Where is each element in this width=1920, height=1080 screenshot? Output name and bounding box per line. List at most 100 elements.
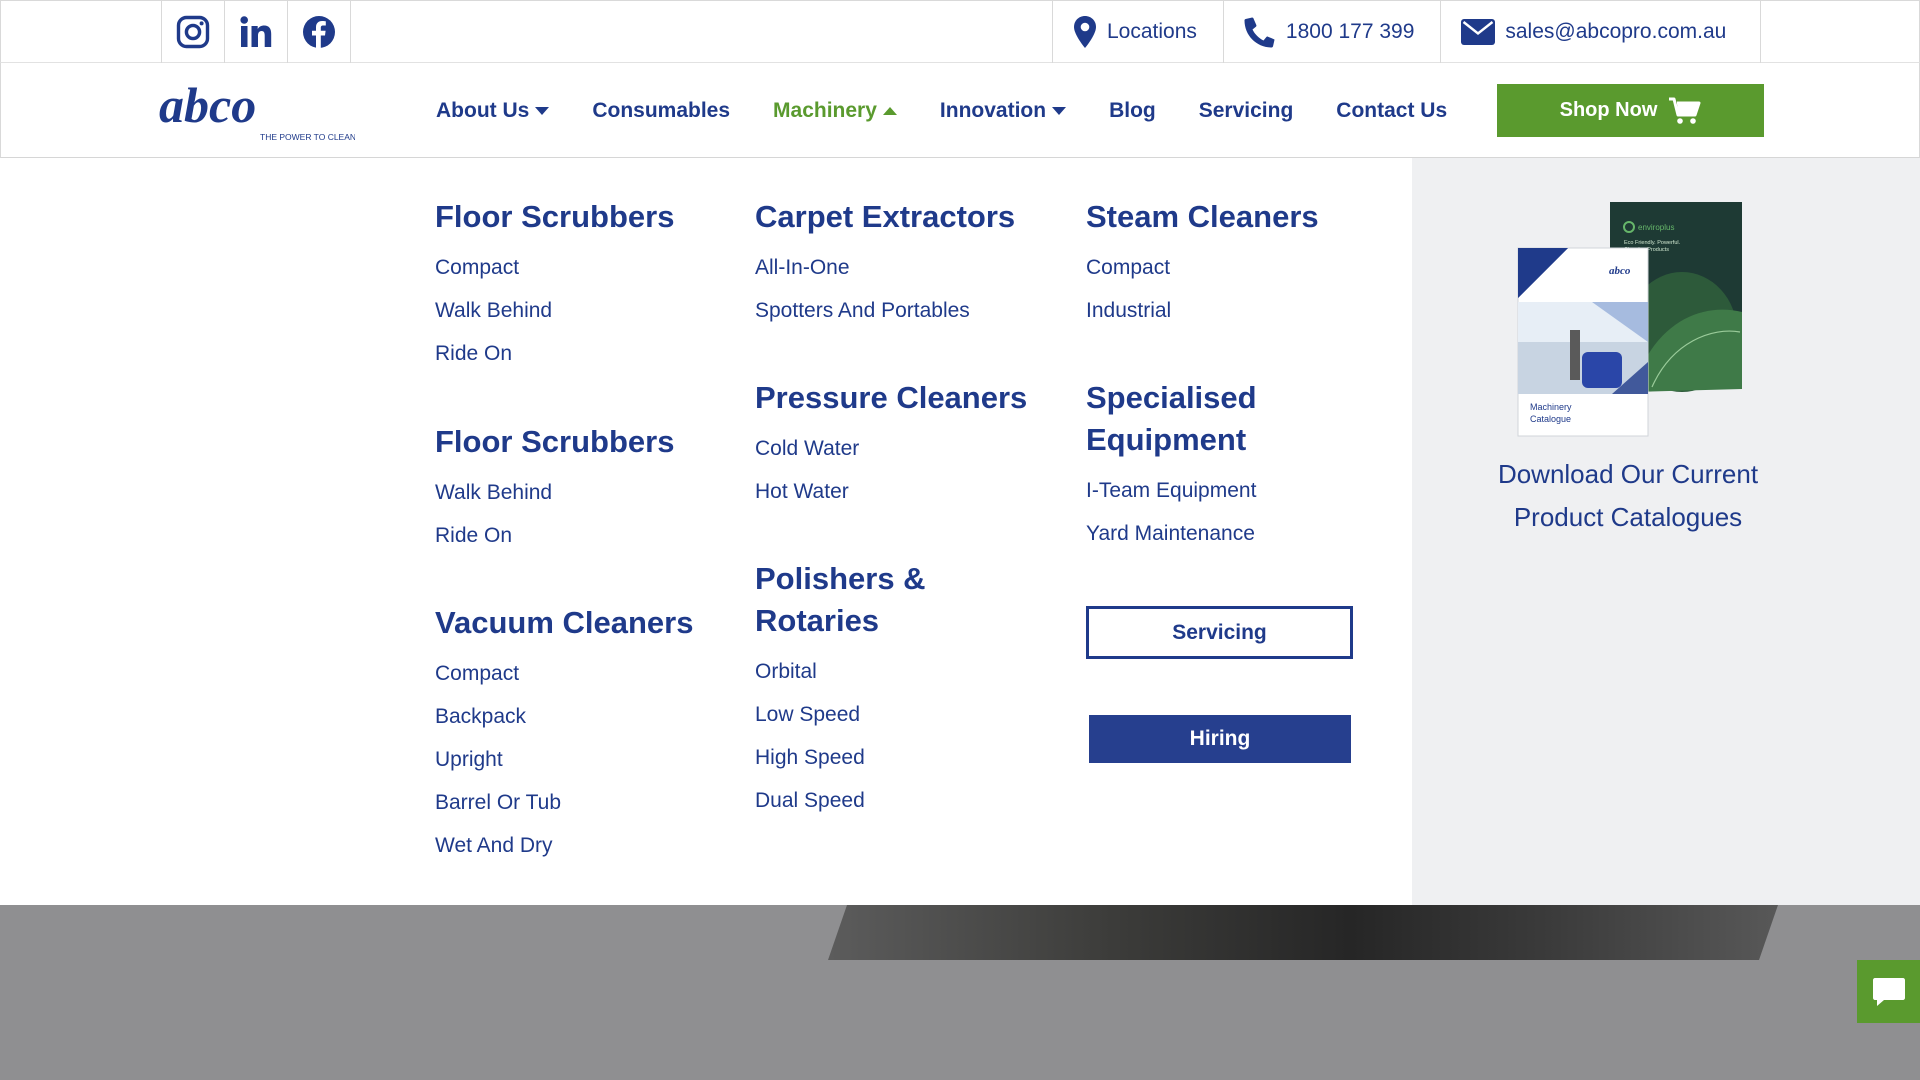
hiring-button[interactable]: Hiring — [1089, 715, 1351, 763]
logo-tagline: THE POWER TO CLEAN — [260, 132, 355, 142]
menu-link[interactable]: Barrel Or Tub — [435, 781, 693, 824]
nav-machinery[interactable]: Machinery — [773, 99, 897, 123]
menu-link[interactable]: Walk Behind — [435, 289, 674, 332]
facebook-link[interactable] — [288, 1, 351, 63]
hero-image-strip — [828, 905, 1778, 960]
menu-link[interactable]: Industrial — [1086, 289, 1319, 332]
menu-link[interactable]: Hot Water — [755, 470, 1027, 513]
catalogue-text-line: Product Catalogues — [1513, 502, 1743, 532]
nav-label: Machinery — [773, 98, 877, 122]
envelope-icon — [1461, 19, 1496, 45]
front-cover-text: Machinery — [1530, 402, 1572, 412]
nav-blog[interactable]: Blog — [1109, 99, 1156, 123]
catalogue-text-line: Download Our Current — [1497, 459, 1759, 489]
menu-link[interactable]: Dual Speed — [755, 779, 926, 822]
menu-column-3b: Specialised Equipment I-Team Equipment Y… — [1086, 377, 1257, 555]
menu-link[interactable]: Orbital — [755, 650, 926, 693]
menu-link[interactable]: Low Speed — [755, 693, 926, 736]
email-address: sales@abcopro.com.au — [1505, 20, 1727, 43]
locations-link[interactable]: Locations — [1052, 1, 1223, 63]
menu-heading-steam-cleaners[interactable]: Steam Cleaners — [1086, 196, 1319, 238]
menu-link[interactable]: All-In-One — [755, 246, 1015, 289]
menu-link[interactable]: Compact — [435, 246, 674, 289]
menu-link[interactable]: Wet And Dry — [435, 824, 693, 867]
menu-column-1b: Floor Scrubbers Walk Behind Ride On — [435, 421, 674, 557]
abco-logo[interactable]: abco THE POWER TO CLEAN — [159, 77, 356, 143]
machinery-mega-menu: Floor Scrubbers Compact Walk Behind Ride… — [0, 158, 1920, 905]
abco-logo-image: abco THE POWER TO CLEAN — [159, 77, 356, 142]
shopping-cart-icon — [1669, 97, 1701, 124]
heading-line: Rotaries — [755, 603, 880, 638]
map-pin-icon — [1074, 16, 1096, 48]
back-cover-brand: enviroplus — [1638, 223, 1674, 232]
shop-now-button[interactable]: Shop Now — [1497, 84, 1764, 137]
nav-contact-us[interactable]: Contact Us — [1336, 99, 1447, 123]
contact-bar: Locations 1800 177 399 sales@abcopro.com… — [1052, 1, 1762, 64]
menu-link[interactable]: Ride On — [435, 514, 674, 557]
nav-label: Consumables — [592, 98, 731, 122]
email-link[interactable]: sales@abcopro.com.au — [1440, 1, 1762, 63]
menu-link[interactable]: Walk Behind — [435, 471, 674, 514]
menu-heading-pressure-cleaners[interactable]: Pressure Cleaners — [755, 377, 1027, 419]
menu-heading-floor-scrubbers-2[interactable]: Floor Scrubbers — [435, 421, 674, 463]
main-navbar: abco THE POWER TO CLEAN About Us Consuma… — [0, 63, 1920, 158]
hiring-button-label: Hiring — [1189, 727, 1251, 750]
chat-bubble-icon — [1872, 977, 1905, 1006]
caret-down-icon — [535, 106, 550, 115]
menu-link[interactable]: Yard Maintenance — [1086, 512, 1257, 555]
chat-button[interactable] — [1857, 960, 1920, 1023]
menu-column-2: Carpet Extractors All-In-One Spotters An… — [755, 196, 1015, 332]
locations-label: Locations — [1107, 20, 1197, 43]
menu-link[interactable]: High Speed — [755, 736, 926, 779]
caret-down-icon — [1052, 106, 1067, 115]
caret-up-icon — [882, 106, 897, 115]
top-bar: Locations 1800 177 399 sales@abcopro.com… — [0, 0, 1920, 64]
menu-link[interactable]: Compact — [435, 652, 693, 695]
heading-line: Specialised — [1086, 380, 1257, 415]
menu-column-3: Steam Cleaners Compact Industrial — [1086, 196, 1319, 332]
nav-innovation[interactable]: Innovation — [939, 98, 1067, 123]
menu-link[interactable]: Spotters And Portables — [755, 289, 1015, 332]
servicing-button[interactable]: Servicing — [1086, 606, 1353, 659]
menu-heading-vacuum-cleaners[interactable]: Vacuum Cleaners — [435, 602, 693, 644]
shop-now-label: Shop Now — [1559, 99, 1658, 121]
catalogue-image[interactable]: enviroplus Eco Friendly. Powerful. Clean… — [1512, 202, 1748, 442]
page: Locations 1800 177 399 sales@abcopro.com… — [0, 0, 1920, 1080]
phone-icon — [1244, 17, 1275, 48]
nav-about-us[interactable]: About Us — [436, 98, 550, 123]
nav-consumables[interactable]: Consumables — [592, 99, 730, 123]
menu-link[interactable]: I-Team Equipment — [1086, 469, 1257, 512]
linkedin-link[interactable] — [225, 1, 288, 63]
nav-label: Contact Us — [1336, 98, 1448, 122]
front-cover-logo: abco — [1609, 265, 1631, 277]
nav-label: Innovation — [939, 98, 1047, 122]
nav-label: About Us — [436, 98, 530, 122]
menu-column-2c: Polishers & Rotaries Orbital Low Speed H… — [755, 558, 926, 822]
heading-line: Equipment — [1086, 422, 1247, 457]
menu-column-1: Floor Scrubbers Compact Walk Behind Ride… — [435, 196, 674, 375]
menu-column-1c: Vacuum Cleaners Compact Backpack Upright… — [435, 602, 693, 867]
menu-link[interactable]: Compact — [1086, 246, 1319, 289]
logo-wordmark: abco — [159, 85, 256, 133]
instagram-icon — [176, 15, 210, 49]
instagram-link[interactable] — [162, 1, 225, 63]
menu-column-2b: Pressure Cleaners Cold Water Hot Water — [755, 377, 1027, 513]
menu-heading-specialised-equipment[interactable]: Specialised Equipment — [1086, 377, 1257, 461]
primary-nav: About Us Consumables Machinery Innovatio… — [436, 63, 1447, 158]
download-catalogues-link[interactable]: Download Our Current Product Catalogues — [1430, 453, 1826, 539]
facebook-icon — [303, 16, 335, 48]
catalogue-covers-image: enviroplus Eco Friendly. Powerful. Clean… — [1517, 202, 1742, 437]
menu-heading-carpet-extractors[interactable]: Carpet Extractors — [755, 196, 1015, 238]
menu-link[interactable]: Ride On — [435, 332, 674, 375]
servicing-button-label: Servicing — [1172, 620, 1267, 644]
phone-link[interactable]: 1800 177 399 — [1222, 1, 1440, 63]
nav-label: Servicing — [1198, 98, 1294, 122]
social-links — [161, 1, 351, 64]
nav-servicing[interactable]: Servicing — [1199, 99, 1294, 123]
phone-number: 1800 177 399 — [1285, 20, 1415, 43]
menu-link[interactable]: Backpack — [435, 695, 693, 738]
menu-link[interactable]: Upright — [435, 738, 693, 781]
menu-heading-polishers[interactable]: Polishers & Rotaries — [755, 558, 926, 642]
menu-link[interactable]: Cold Water — [755, 427, 1027, 470]
menu-heading-floor-scrubbers[interactable]: Floor Scrubbers — [435, 196, 674, 238]
